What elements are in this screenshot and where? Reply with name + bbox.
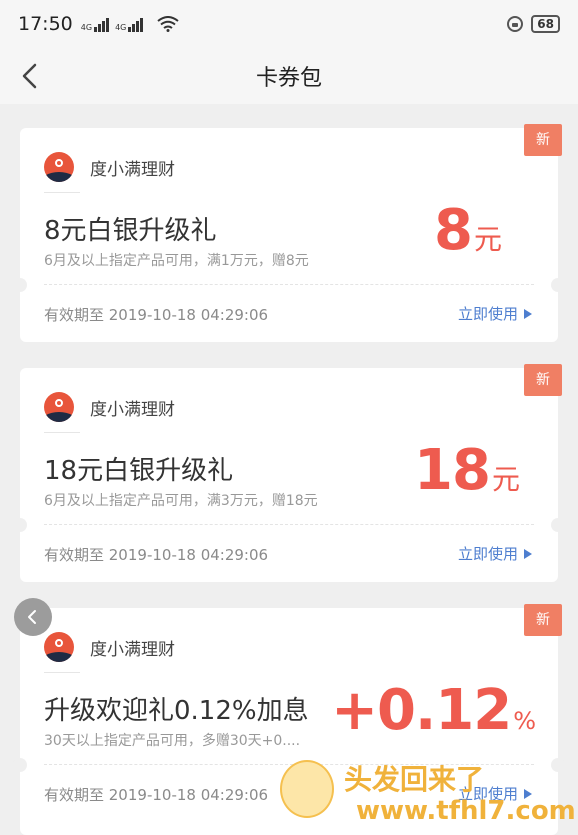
coupon-title: 18元白银升级礼	[44, 456, 234, 486]
signal-icons: 4G 4G	[81, 16, 180, 32]
coupon-amount: 18 元	[414, 438, 520, 503]
expiry-date: 有效期至 2019-10-18 04:29:06	[44, 546, 269, 564]
watermark-text: 头发回来了	[344, 763, 485, 796]
amount-value: 8	[434, 198, 473, 263]
floating-back-button[interactable]	[14, 598, 52, 636]
coupon-title: 8元白银升级礼	[44, 216, 217, 246]
coupon-description: 30天以上指定产品可用，多赠30天+0....	[44, 733, 301, 749]
network-type-label: 4G	[80, 23, 93, 32]
coupon-amount: +0.12 %	[331, 678, 536, 743]
brand-logo-icon	[44, 632, 74, 662]
rotation-lock-icon	[507, 16, 524, 32]
network-type-label: 4G	[115, 23, 127, 32]
coupon-description: 6月及以上指定产品可用，满1万元，赠8元	[44, 253, 309, 269]
page-title: 卡券包	[255, 66, 322, 91]
amount-value: +0.12	[331, 678, 512, 743]
use-now-link[interactable]: 立即使用	[458, 303, 532, 324]
use-now-label: 立即使用	[457, 305, 518, 323]
status-time: 17:50	[18, 13, 73, 35]
brand: 度小满理财	[44, 632, 175, 662]
status-right: 68	[507, 15, 560, 33]
battery-icon: 68	[531, 15, 560, 33]
coupon-card[interactable]: 新 度小满理财 18元白银升级礼 6月及以上指定产品可用，满3万元，赠18元 1…	[13, 364, 565, 582]
wifi-icon	[157, 16, 179, 32]
brand-name: 度小满理财	[90, 399, 175, 420]
watermark-url: www.tfhl7.com	[356, 796, 576, 826]
use-now-label: 立即使用	[457, 545, 518, 563]
brand-name: 度小满理财	[90, 639, 175, 660]
chevron-left-icon	[28, 610, 36, 624]
amount-unit: 元	[491, 463, 520, 496]
new-badge: 新	[524, 604, 562, 636]
brand: 度小满理财	[44, 392, 175, 422]
status-bar: 17:50 4G 4G 68	[0, 0, 578, 48]
watermark-logo-icon	[280, 760, 334, 818]
watermark: 头发回来了 www.tfhl7.com	[280, 752, 578, 835]
brand-logo-icon	[44, 152, 74, 182]
play-arrow-icon	[524, 548, 532, 559]
brand: 度小满理财	[44, 152, 175, 182]
divider	[44, 524, 534, 525]
coupon-card[interactable]: 新 度小满理财 8元白银升级礼 6月及以上指定产品可用，满1万元，赠8元 8 元…	[13, 124, 565, 342]
nav-bar: 卡券包	[0, 48, 578, 104]
amount-unit: 元	[473, 223, 502, 256]
signal-1-icon: 4G	[80, 18, 110, 32]
new-badge: 新	[524, 124, 562, 156]
divider	[44, 284, 534, 285]
amount-value: 18	[414, 438, 491, 503]
coupon-description: 6月及以上指定产品可用，满3万元，赠18元	[44, 493, 318, 509]
brand-logo-icon	[44, 392, 74, 422]
expiry-date: 有效期至 2019-10-18 04:29:06	[44, 786, 269, 804]
signal-2-icon: 4G	[115, 18, 144, 32]
amount-unit: %	[513, 707, 536, 735]
play-arrow-icon	[524, 308, 532, 319]
back-button[interactable]	[14, 58, 50, 94]
expiry-date: 有效期至 2019-10-18 04:29:06	[44, 306, 269, 324]
coupon-title: 升级欢迎礼0.12%加息	[44, 696, 309, 726]
brand-name: 度小满理财	[90, 159, 175, 180]
coupon-amount: 8 元	[434, 198, 502, 263]
use-now-link[interactable]: 立即使用	[458, 543, 532, 564]
new-badge: 新	[524, 364, 562, 396]
